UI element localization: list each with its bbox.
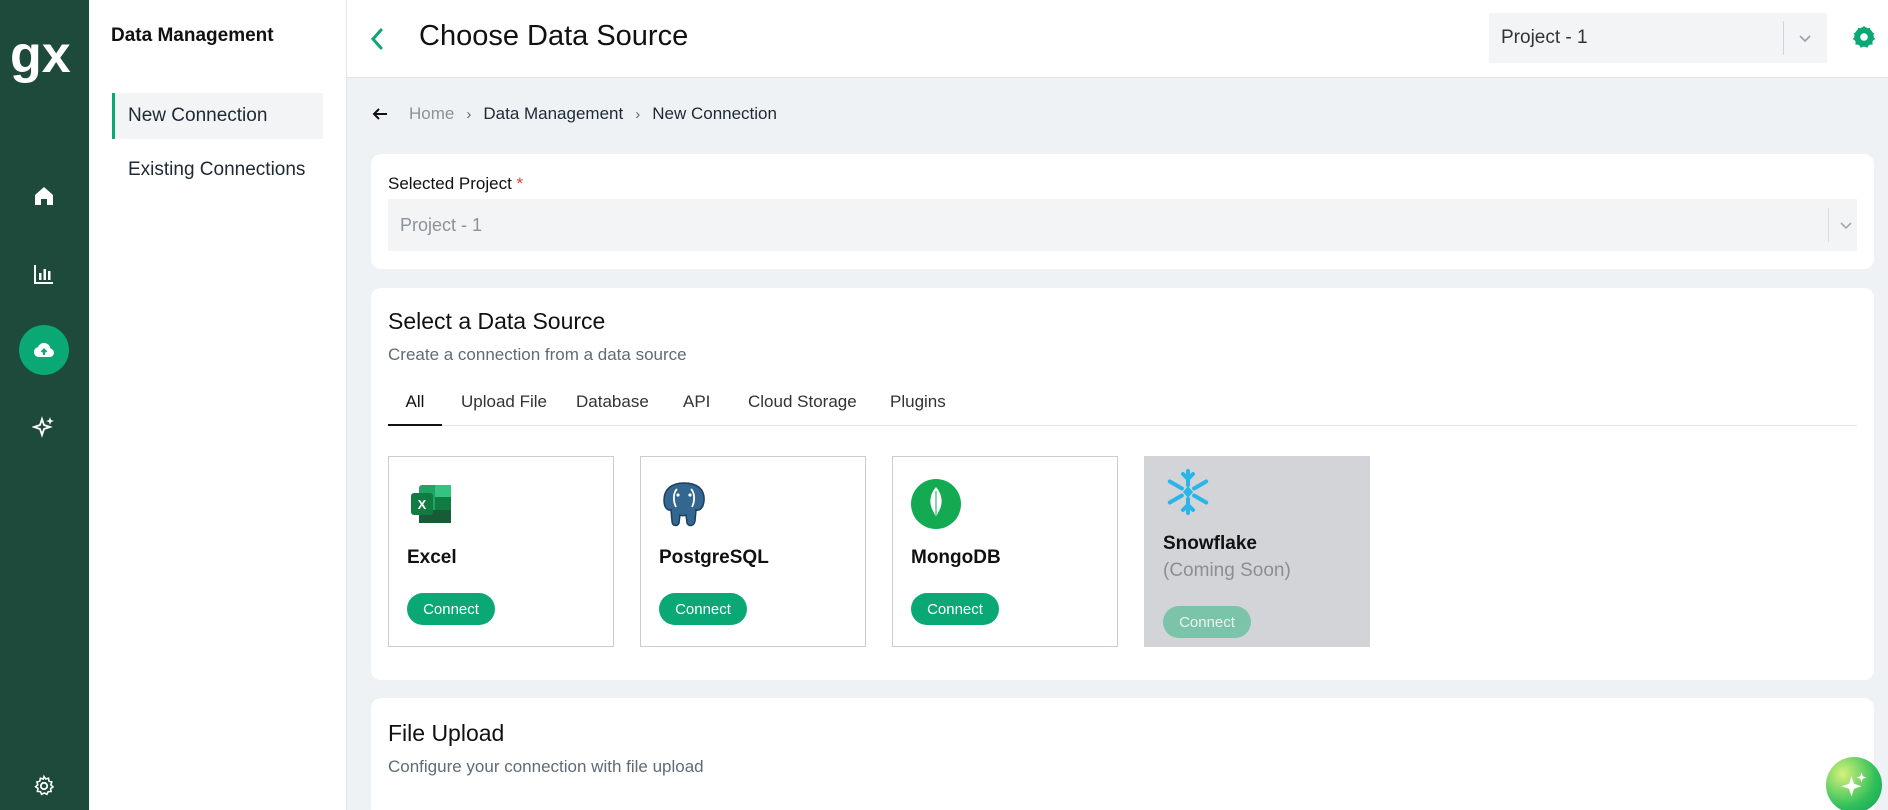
file-upload-title: File Upload [388,720,505,746]
subnav-item-label: Existing Connections [128,159,306,180]
source-name: PostgreSQL [659,547,769,568]
postgresql-icon [663,482,705,527]
subnav-item-existing-connections[interactable]: Existing Connections [112,147,323,193]
tab-all[interactable]: All [388,392,442,426]
subnav-item-new-connection[interactable]: New Connection [112,93,323,139]
required-mark: * [516,174,524,193]
file-upload-subtitle: Configure your connection with file uplo… [388,757,704,776]
snowflake-connect-button: Connect [1163,606,1251,638]
subnav-item-label: New Connection [128,105,268,126]
gear-icon [34,774,55,796]
tab-plugins[interactable]: Plugins [890,392,946,426]
cloud-upload-icon [33,342,54,357]
selected-project-label: Selected Project * [388,174,523,194]
chevron-down-icon [1840,222,1852,230]
back-chevron-icon[interactable] [367,24,387,54]
selected-project-select: Project - 1 [388,199,1857,251]
mongodb-connect-button[interactable]: Connect [911,593,999,625]
tab-database[interactable]: Database [576,392,649,426]
project-select-value: Project - 1 [1501,27,1588,48]
breadcrumb-home[interactable]: Home [409,104,454,124]
source-name: MongoDB [911,547,1001,568]
source-name: Snowflake [1163,533,1257,554]
subnav-panel: Data Management New Connection Existing … [89,0,347,810]
source-card-snowflake: Snowflake (Coming Soon) Connect [1144,456,1370,647]
nav-data-button[interactable] [19,325,69,375]
icon-rail: gx [0,0,89,810]
data-source-card: Select a Data Source Create a connection… [371,288,1874,680]
selected-project-value: Project - 1 [400,215,483,235]
svg-text:gx: gx [10,26,71,84]
tab-upload-file[interactable]: Upload File [461,392,547,426]
sparkles-icon [32,416,54,438]
selected-project-card: Selected Project * Project - 1 [371,154,1874,269]
sparkles-icon [1841,772,1867,797]
breadcrumb-separator-icon: › [466,105,472,123]
chevron-down-icon [1799,35,1811,43]
tab-api[interactable]: API [683,392,710,426]
source-tabs: All Upload File Database API Cloud Stora… [388,388,1857,426]
breadcrumb: Home › Data Management › New Connection [371,104,777,124]
breadcrumb-data-management[interactable]: Data Management [483,104,623,124]
coming-soon-label: (Coming Soon) [1163,560,1291,581]
top-bar: Choose Data Source Project - 1 [347,0,1888,78]
page-title: Choose Data Source [419,20,689,52]
source-name: Excel [407,547,457,568]
selected-project-label-text: Selected Project [388,174,512,193]
source-card-excel[interactable]: X Excel Connect [388,456,614,647]
nav-analytics-button[interactable] [19,249,69,299]
ai-assistant-button[interactable] [1826,757,1882,810]
project-select[interactable]: Project - 1 [1489,13,1827,63]
data-source-title: Select a Data Source [388,308,606,334]
file-upload-card: File Upload Configure your connection wi… [371,698,1874,810]
svg-text:X: X [418,497,427,512]
data-source-subtitle: Create a connection from a data source [388,345,687,364]
breadcrumb-new-connection: New Connection [652,104,777,123]
select-divider [1783,21,1784,55]
source-card-mongodb[interactable]: MongoDB Connect [892,456,1118,647]
home-icon [35,187,53,205]
breadcrumb-separator-icon: › [635,105,641,123]
excel-connect-button[interactable]: Connect [407,593,495,625]
snowflake-icon [1167,469,1209,515]
select-divider [1828,208,1829,242]
back-arrow-icon[interactable] [371,105,389,123]
tab-cloud-storage[interactable]: Cloud Storage [748,392,857,426]
nav-ai-button[interactable] [19,402,69,452]
excel-icon: X [411,485,451,523]
settings-gear-icon[interactable] [1851,24,1877,50]
subnav-title: Data Management [111,25,274,46]
gx-logo[interactable]: gx [8,24,80,86]
bar-chart-icon [34,265,53,284]
nav-settings-button[interactable] [19,761,69,810]
nav-home-button[interactable] [19,171,69,221]
postgresql-connect-button[interactable]: Connect [659,593,747,625]
source-card-postgresql[interactable]: PostgreSQL Connect [640,456,866,647]
mongodb-icon [911,479,961,529]
